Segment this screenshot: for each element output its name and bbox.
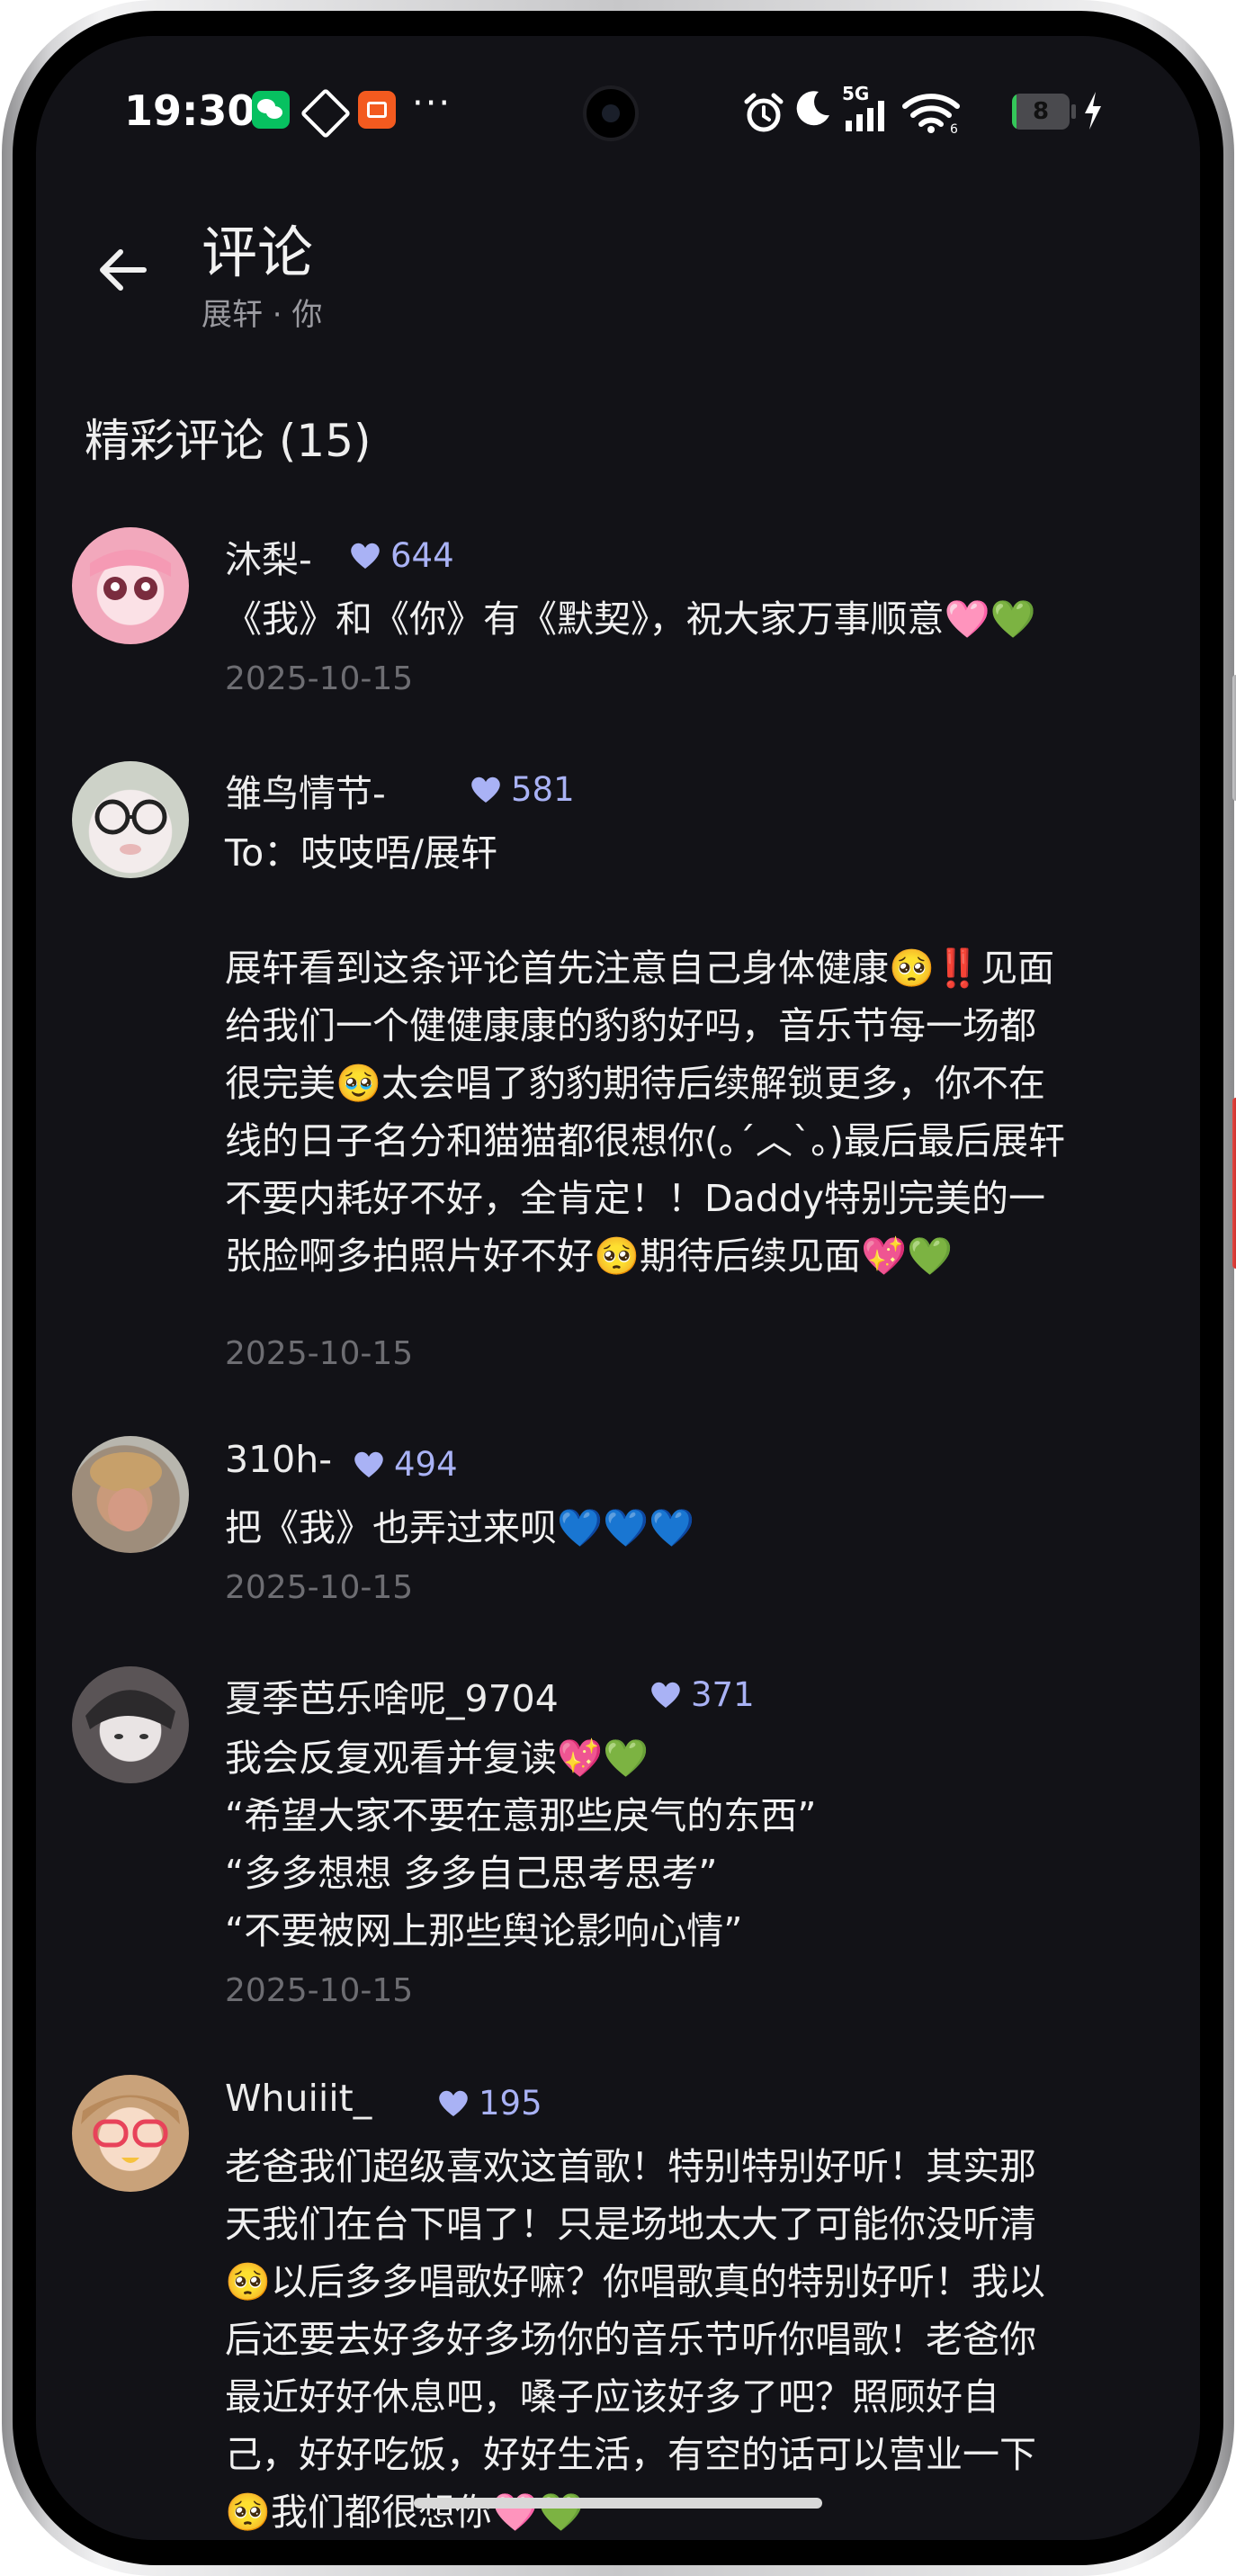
avatar[interactable] [72, 1666, 189, 1783]
like-count[interactable]: 195 [437, 2084, 542, 2123]
more-notifications-icon: ··· [412, 83, 452, 124]
like-count[interactable]: 371 [649, 1675, 755, 1714]
home-indicator[interactable] [414, 2498, 822, 2509]
battery-cap [1071, 104, 1076, 119]
avatar-image [81, 2095, 180, 2163]
back-arrow-icon[interactable] [88, 234, 160, 306]
avatar[interactable] [72, 2075, 189, 2192]
comment-text: 把《我》也弄过来呗💙💙💙 [225, 1506, 695, 1549]
comment-date: 2025-10-15 [225, 1972, 414, 2009]
cellular-signal-icon [846, 101, 884, 131]
avatar[interactable] [72, 1436, 189, 1553]
avatar[interactable] [72, 527, 189, 644]
volume-button [1232, 675, 1236, 801]
front-camera [583, 85, 639, 141]
like-count-value: 494 [394, 1445, 458, 1484]
heart-icon [651, 1682, 680, 1708]
page-title: 评论 [202, 220, 314, 285]
charging-bolt-icon [1085, 92, 1101, 130]
orange-app-icon [358, 91, 396, 129]
moon-icon [796, 91, 829, 126]
like-count-value: 371 [691, 1675, 755, 1714]
heart-icon [471, 776, 500, 803]
comment-username[interactable]: 310h- [225, 1438, 332, 1481]
comment-date: 2025-10-15 [225, 1335, 414, 1372]
like-count[interactable]: 494 [353, 1445, 458, 1484]
screen: 19:30 ··· 5G 6 8 评论 展轩 · 你 精彩评论 (15) 沐梨-… [36, 36, 1200, 2540]
comment-username[interactable]: Whuiiit_ [225, 2077, 372, 2120]
wifi-icon: 6 [902, 94, 960, 133]
heart-icon [439, 2090, 468, 2116]
avatar-image [85, 1690, 175, 1739]
alarm-icon [744, 93, 784, 132]
like-count[interactable]: 581 [470, 770, 575, 809]
heart-icon [354, 1451, 383, 1477]
heart-icon [351, 543, 380, 569]
comment-username[interactable]: 夏季芭乐啥呢_9704 [225, 1668, 559, 1722]
comment-username[interactable]: 沐梨- [225, 529, 312, 583]
comment-text: 《我》和《你》有《默契》，祝大家万事顺意🩷💚 [225, 597, 1036, 641]
avatar[interactable] [72, 761, 189, 878]
status-time: 19:30 [124, 86, 256, 135]
wechat-icon [252, 91, 290, 129]
comment-date: 2025-10-15 [225, 660, 414, 697]
comment-text: 老爸我们超级喜欢这首歌！特别特别好听！其实那 天我们在台下唱了！只是场地太大了可… [225, 2145, 1046, 2534]
svg-text:6: 6 [950, 122, 958, 133]
page-subtitle: 展轩 · 你 [202, 297, 323, 333]
avatar-image [94, 799, 167, 855]
power-button [1232, 1098, 1236, 1269]
status-bar: 19:30 ··· 5G 6 8 [36, 36, 1200, 189]
battery-indicator: 8 [1012, 94, 1070, 130]
like-count-value: 195 [479, 2084, 542, 2123]
comment-date: 2025-10-15 [225, 1569, 414, 1606]
featured-comments-title: 精彩评论 (15) [85, 415, 372, 467]
like-count[interactable]: 644 [349, 536, 454, 575]
avatar-image [90, 550, 171, 600]
diamond-app-icon [300, 87, 352, 139]
comment-text: To：吱吱唔/展轩 展轩看到这条评论首先注意自己身体健康🥺‼️见面 给我们一个健… [225, 831, 1065, 1278]
battery-level-text: 8 [1032, 98, 1050, 125]
avatar-image [90, 1452, 162, 1531]
comment-text: 我会反复观看并复读💖💚 “希望大家不要在意那些戾气的东西” “多多想想 多多自己… [225, 1737, 817, 1952]
like-count-value: 581 [511, 770, 575, 809]
like-count-value: 644 [390, 536, 454, 575]
comment-username[interactable]: 雏鸟情节- [225, 763, 386, 817]
